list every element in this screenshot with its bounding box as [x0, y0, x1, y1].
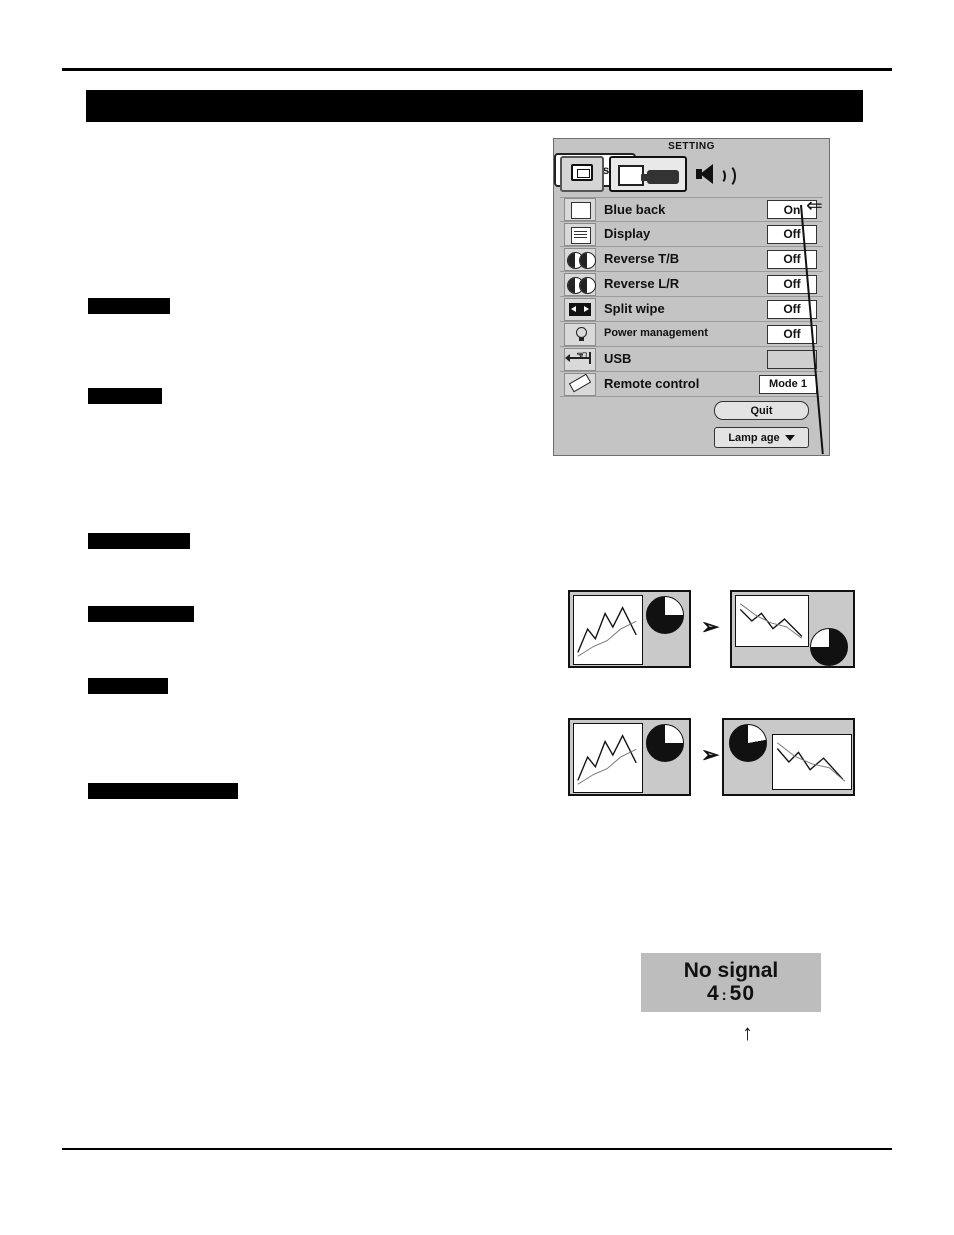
menu-row-reverse-tb[interactable]: Reverse T/B Off [560, 247, 823, 272]
tab-sound[interactable] [694, 156, 742, 192]
diagram-frame [568, 718, 691, 796]
tab-input[interactable] [560, 156, 604, 192]
menu-label: Split wipe [604, 301, 665, 317]
lamp-age-button[interactable]: Lamp age [714, 427, 809, 448]
page-bottom-rule [62, 1148, 892, 1150]
countdown-minutes: 4 [706, 982, 720, 1006]
split-wipe-icon [564, 297, 596, 321]
pie-chart-icon [729, 724, 767, 762]
diagram-frame [730, 590, 855, 668]
graph-line-icon [776, 742, 846, 782]
tab-setting[interactable] [609, 156, 687, 192]
menu-value-remote-control[interactable]: Mode 1 [759, 374, 817, 394]
no-signal-display: No signal 4:50 [641, 953, 821, 1012]
menu-label: Display [604, 226, 651, 242]
menu-label: Blue back [604, 201, 666, 217]
menu-value-power-management[interactable]: Off [767, 324, 817, 344]
diagram-image-pane [573, 723, 643, 793]
redacted-heading [88, 298, 170, 314]
diagram-image-pane [772, 734, 852, 790]
pointer-hand-icon: ☜ [576, 348, 588, 363]
redacted-heading [88, 388, 162, 404]
setting-menu-title: SETTING [668, 141, 715, 152]
menu-row-split-wipe[interactable]: Split wipe Off [560, 297, 823, 322]
remote-pen-icon [564, 372, 596, 396]
graph-line-icon [577, 734, 637, 785]
speaker-wave-icon [718, 164, 736, 188]
menu-label: Reverse L/R [604, 276, 680, 292]
no-signal-countdown: 4:50 [707, 982, 755, 1006]
diagram-image-pane [573, 595, 643, 665]
menu-value-reverse-tb[interactable]: Off [767, 249, 817, 269]
transition-arrow-icon: ➢ [701, 614, 720, 639]
reverse-lr-icon [564, 272, 596, 296]
callout-arrow-icon: ⇐ [806, 195, 823, 217]
chevron-down-icon [784, 434, 795, 441]
menu-label: Reverse T/B [604, 251, 680, 267]
lamp-age-label: Lamp age [728, 431, 780, 444]
diagram-image-pane [735, 595, 809, 647]
redacted-heading [88, 678, 168, 694]
pie-chart-icon [646, 596, 684, 634]
menu-row-remote-control[interactable]: Remote control Mode 1 [560, 372, 823, 397]
redacted-heading [88, 783, 238, 799]
menu-row-blue-back[interactable]: Blue back On [560, 197, 823, 222]
split-wipe-diagram-off: ➢ [568, 590, 898, 670]
page-title-bar [86, 90, 863, 122]
countdown-separator: : [721, 987, 728, 1005]
setting-menu-list: Blue back On Display Off Reverse T/B Off… [560, 197, 823, 397]
diagram-frame [568, 590, 691, 668]
page-top-rule [62, 68, 892, 71]
no-signal-message: No signal [683, 958, 779, 982]
reverse-tb-icon [564, 247, 596, 271]
callout-up-arrow-icon: ↑ [742, 1020, 753, 1045]
menu-label: Power management [604, 327, 708, 340]
menu-value-display[interactable]: Off [767, 224, 817, 244]
blank-screen-icon [564, 198, 596, 221]
lamp-bulb-icon [564, 322, 596, 346]
menu-row-display[interactable]: Display Off [560, 222, 823, 247]
menu-row-usb[interactable]: USB ☜ [560, 347, 823, 372]
menu-row-reverse-lr[interactable]: Reverse L/R Off [560, 272, 823, 297]
setting-menu-window: SETTING English Blue back On Display Off [553, 138, 830, 456]
menu-label: Remote control [604, 376, 700, 392]
speaker-cone-icon [700, 164, 713, 184]
projector-icon [641, 170, 679, 184]
pie-chart-icon [810, 628, 848, 666]
diagram-frame [722, 718, 855, 796]
graph-line-icon [577, 606, 637, 657]
menu-label: USB [604, 351, 632, 367]
display-lines-icon [564, 222, 596, 246]
countdown-seconds: 50 [729, 982, 756, 1006]
redacted-heading [88, 533, 190, 549]
transition-arrow-icon: ➢ [701, 742, 720, 767]
monitor-icon [571, 164, 593, 181]
redacted-heading [88, 606, 194, 622]
quit-button[interactable]: Quit [714, 401, 809, 420]
split-wipe-diagram-on: ➢ [568, 718, 898, 798]
menu-value-usb[interactable]: ☜ [576, 349, 817, 369]
menu-row-power-management[interactable]: Power management Off [560, 322, 823, 347]
pie-chart-icon [646, 724, 684, 762]
setting-menu-tabbar: English [554, 153, 829, 195]
graph-line-icon [739, 603, 803, 639]
